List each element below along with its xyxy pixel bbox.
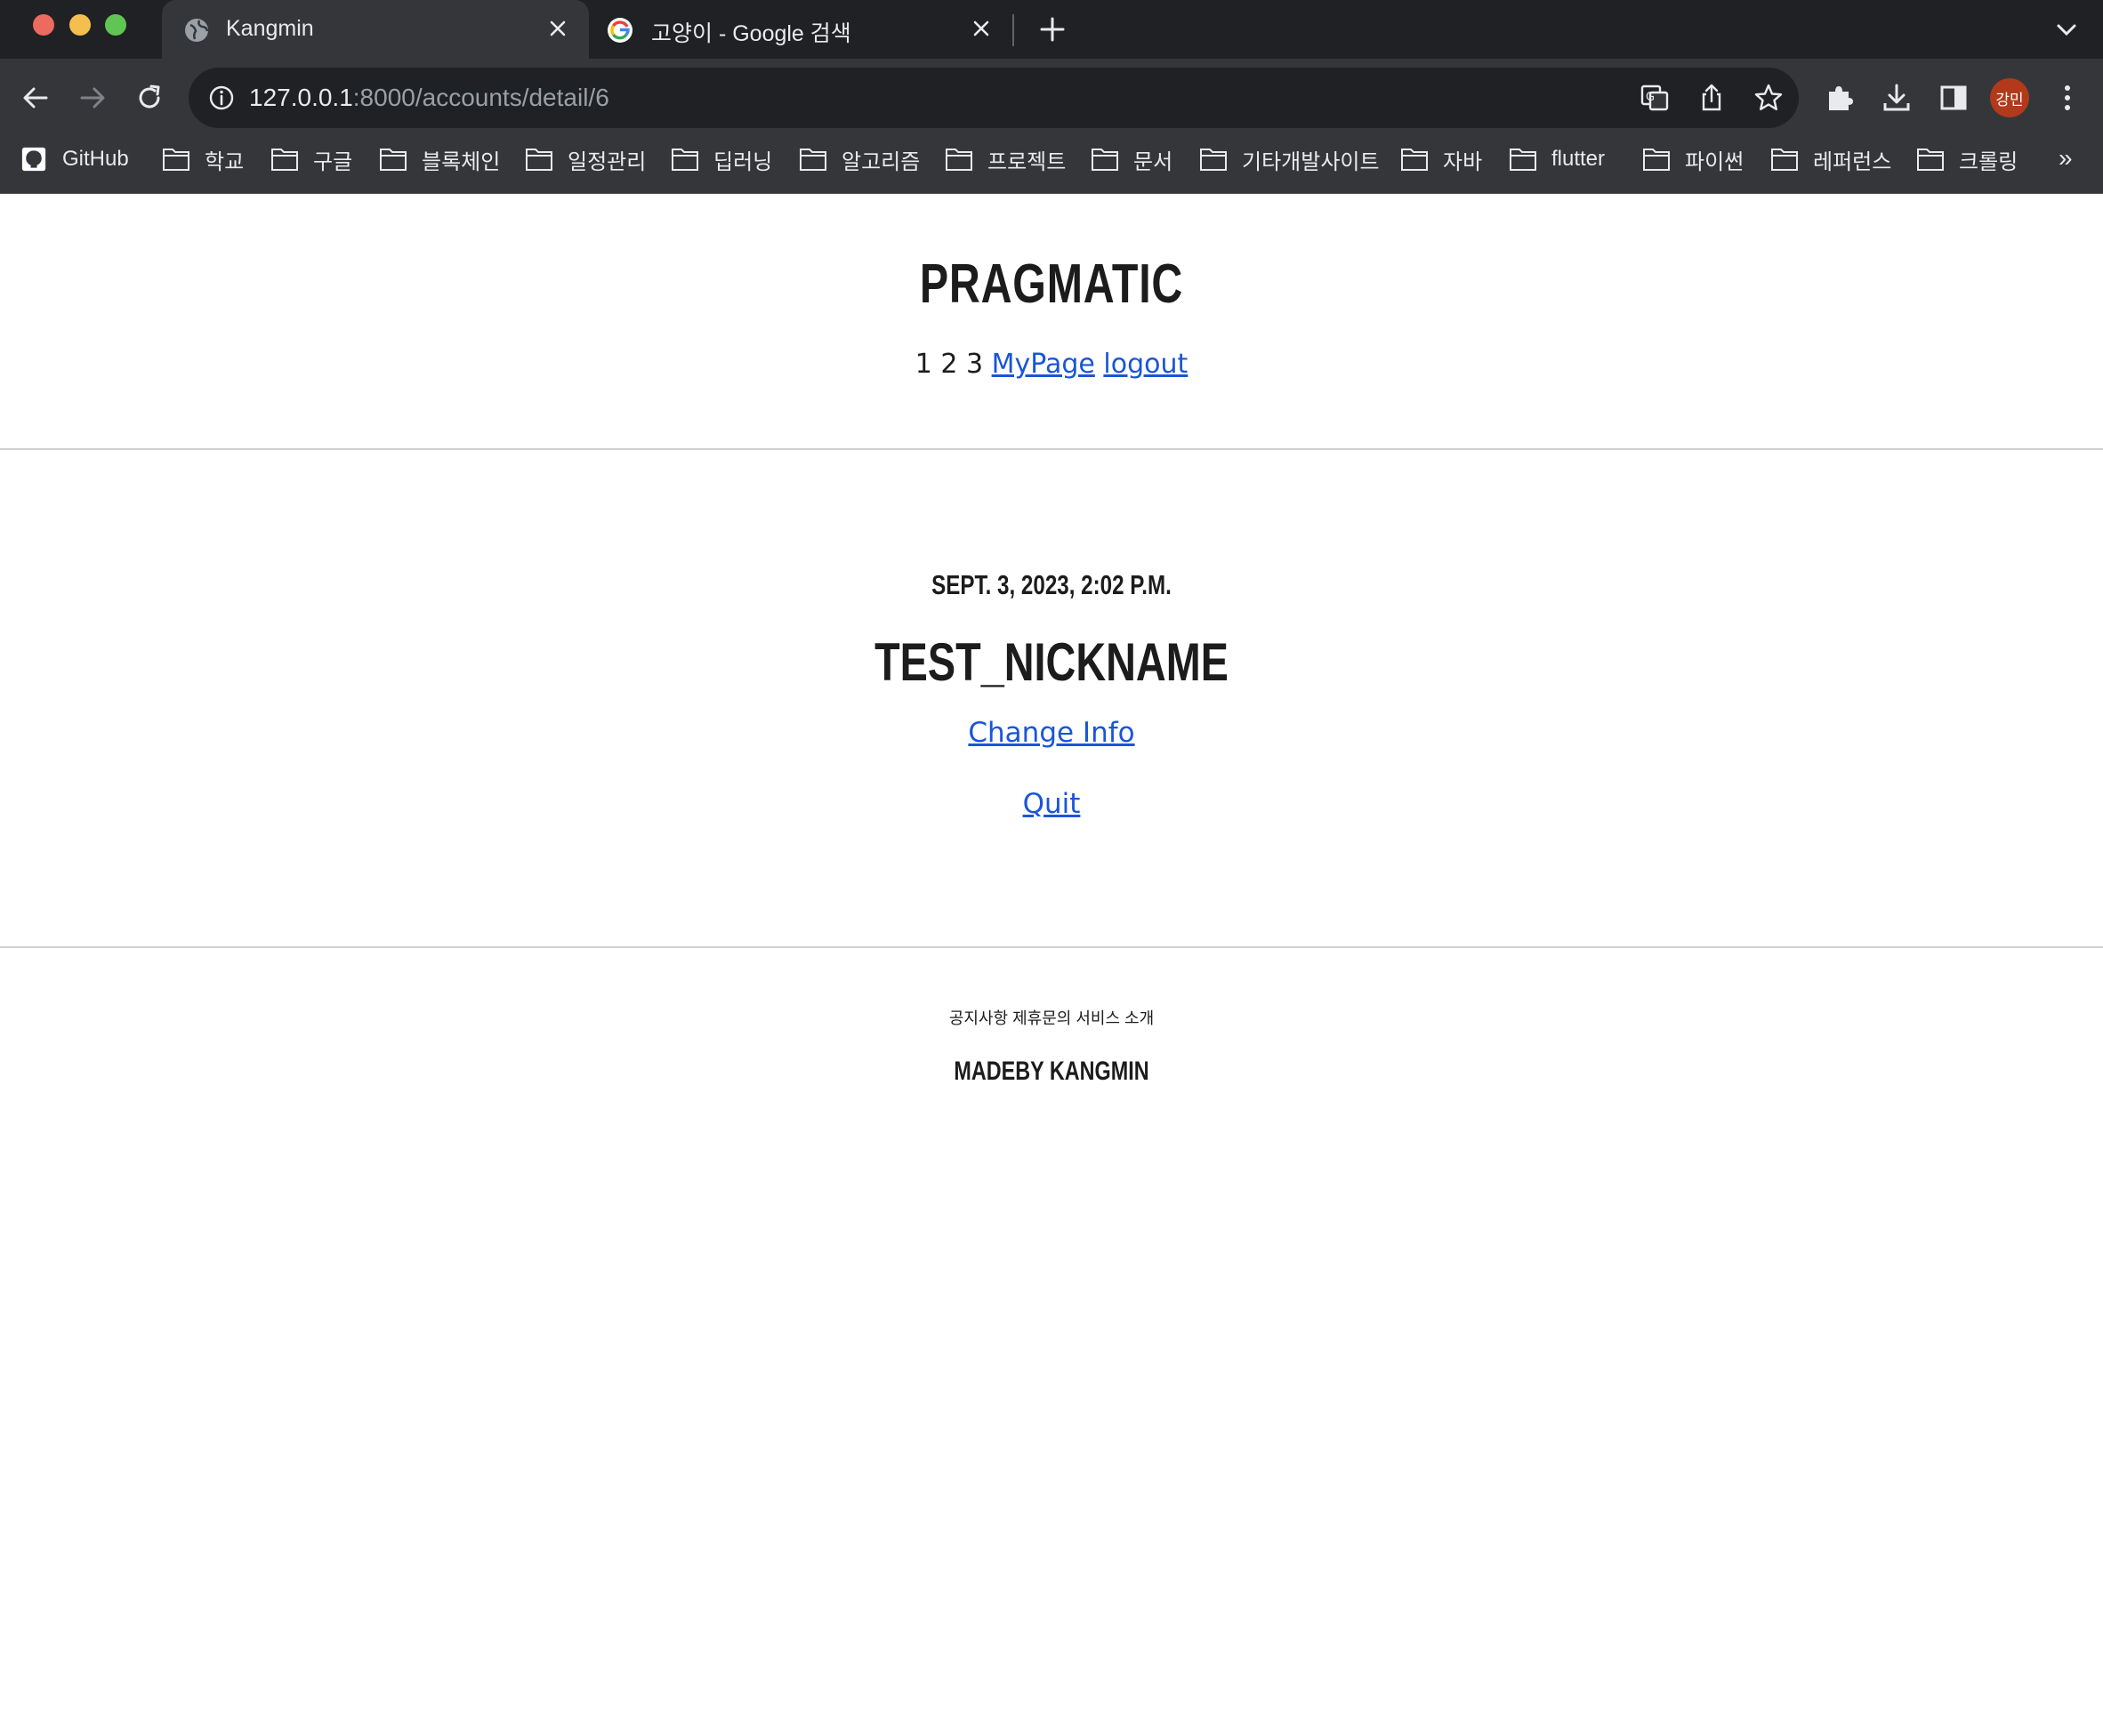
- folder-icon: [1917, 149, 1944, 171]
- folder-icon: [1510, 149, 1536, 171]
- bookmark-folder[interactable]: 딥러닝: [671, 139, 772, 180]
- bookmark-folder[interactable]: 블록체인: [379, 139, 500, 180]
- github-icon: [21, 147, 46, 172]
- bookmark-label: 알고리즘: [842, 149, 921, 174]
- bookmark-label: 문서: [1133, 149, 1173, 174]
- globe-icon: [185, 19, 209, 42]
- bookmarks-bar: GitHub 학교 구글 블록체인 일정관리 딥러닝 알고리즘 프로젝트 문서 …: [0, 139, 2103, 194]
- new-tab-icon[interactable]: [1037, 14, 1068, 44]
- folder-icon: [271, 149, 298, 171]
- bookmark-github[interactable]: GitHub: [20, 139, 129, 180]
- folder-icon: [1200, 149, 1227, 171]
- translate-icon[interactable]: G: [1639, 82, 1671, 114]
- bookmark-folder[interactable]: 문서: [1091, 139, 1172, 180]
- footer-divider: [0, 946, 2103, 948]
- bookmarks-overflow-button[interactable]: »: [2059, 144, 2073, 173]
- browser-toolbar: 127.0.0.1:8000/accounts/detail/6 G 강민: [0, 59, 2103, 139]
- bookmark-folder[interactable]: 기타개발사이트: [1199, 139, 1380, 180]
- bookmark-folder[interactable]: 구글: [270, 139, 352, 180]
- footer-madeby: MADEBY KANGMIN: [954, 1057, 1149, 1086]
- bookmark-folder[interactable]: 알고리즘: [799, 139, 920, 180]
- minimize-window-button[interactable]: [69, 14, 91, 36]
- bookmark-folder[interactable]: flutter: [1509, 139, 1605, 180]
- folder-icon: [1771, 149, 1798, 171]
- folder-icon: [163, 149, 189, 171]
- header-divider: [0, 448, 2103, 450]
- close-window-button[interactable]: [33, 14, 54, 36]
- nav-numbers: 1 2 3: [915, 349, 992, 380]
- folder-icon: [1401, 149, 1428, 171]
- footer-links: 공지사항 제휴문의 서비스 소개: [948, 1009, 1155, 1027]
- bookmark-label: 크롤링: [1959, 149, 2018, 174]
- bookmark-label: 학교: [205, 149, 245, 174]
- quit-link[interactable]: Quit: [1023, 788, 1081, 820]
- site-logo[interactable]: PRAGMATIC: [231, 253, 1872, 316]
- bookmark-label: 프로젝트: [987, 149, 1067, 174]
- tab-title: Kangmin: [226, 16, 314, 41]
- chevron-down-icon[interactable]: [2053, 16, 2080, 43]
- url-text: 127.0.0.1:8000/accounts/detail/6: [249, 84, 609, 112]
- folder-icon: [526, 149, 552, 171]
- folder-icon: [1092, 149, 1118, 171]
- site-info-icon[interactable]: [206, 83, 237, 113]
- folder-icon: [672, 149, 698, 171]
- tab-kangmin[interactable]: Kangmin: [162, 0, 589, 59]
- back-arrow-icon[interactable]: [20, 82, 52, 114]
- bookmark-label: flutter: [1551, 147, 1606, 171]
- url-path: :8000/accounts/detail/6: [352, 84, 609, 111]
- bookmark-label: 딥러닝: [713, 149, 773, 174]
- more-menu-icon[interactable]: [2051, 82, 2083, 114]
- change-info-row: Change Info: [0, 717, 2103, 749]
- extensions-puzzle-icon[interactable]: [1824, 82, 1856, 114]
- bookmark-label: 기타개발사이트: [1242, 149, 1380, 174]
- bookmark-folder[interactable]: 일정관리: [525, 139, 646, 180]
- bookmark-star-icon[interactable]: [1752, 82, 1785, 114]
- bookmark-folder[interactable]: 자바: [1400, 139, 1482, 180]
- url-host: 127.0.0.1: [249, 84, 353, 111]
- change-info-link[interactable]: Change Info: [968, 717, 1134, 749]
- tab-strip: Kangmin 고양이 - Google 검색: [0, 0, 2103, 59]
- bookmark-folder[interactable]: 크롤링: [1916, 139, 2018, 180]
- folder-icon: [1643, 149, 1670, 171]
- tab-google-search[interactable]: 고양이 - Google 검색: [589, 0, 1012, 59]
- google-icon: [608, 18, 633, 43]
- header-nav: 1 2 3 MyPage logout: [0, 349, 2103, 380]
- profile-avatar[interactable]: 강민: [1990, 78, 2029, 117]
- bookmark-label: 일정관리: [568, 149, 647, 174]
- share-icon[interactable]: [1696, 82, 1728, 114]
- profile-nickname: TEST_NICKNAME: [874, 632, 1229, 692]
- folder-icon: [946, 149, 972, 171]
- bookmark-label: 파이썬: [1685, 149, 1744, 174]
- mypage-link[interactable]: MyPage: [992, 349, 1095, 380]
- folder-icon: [800, 149, 826, 171]
- bookmark-folder[interactable]: 파이썬: [1642, 139, 1744, 180]
- date-joined: SEPT. 3, 2023, 2:02 P.M.: [931, 569, 1172, 600]
- quit-row: Quit: [0, 788, 2103, 820]
- forward-arrow-icon[interactable]: [77, 82, 109, 114]
- reload-icon[interactable]: [133, 82, 165, 114]
- bookmark-folder[interactable]: 레퍼런스: [1770, 139, 1891, 180]
- bookmark-folder[interactable]: 프로젝트: [945, 139, 1066, 180]
- bookmark-label: 레퍼런스: [1813, 149, 1892, 174]
- bookmark-label: 블록체인: [422, 149, 501, 174]
- bookmark-label: 자바: [1443, 149, 1483, 174]
- side-panel-icon[interactable]: [1938, 82, 1970, 114]
- logout-link[interactable]: logout: [1103, 349, 1188, 380]
- svg-text:G: G: [1646, 91, 1655, 104]
- bookmark-folder[interactable]: 학교: [162, 139, 244, 180]
- address-bar[interactable]: 127.0.0.1:8000/accounts/detail/6 G: [189, 68, 1799, 128]
- download-icon[interactable]: [1881, 82, 1913, 114]
- zoom-window-button[interactable]: [105, 14, 126, 36]
- tab-title: 고양이 - Google 검색: [651, 21, 851, 46]
- folder-icon: [380, 149, 407, 171]
- close-tab-icon[interactable]: [968, 15, 995, 42]
- bookmark-label: 구글: [313, 149, 353, 174]
- tab-separator: [1012, 14, 1014, 46]
- close-tab-icon[interactable]: [544, 15, 571, 42]
- bookmark-label: GitHub: [62, 147, 129, 171]
- page-content: PRAGMATIC 1 2 3 MyPage logout SEPT. 3, 2…: [0, 194, 2103, 1736]
